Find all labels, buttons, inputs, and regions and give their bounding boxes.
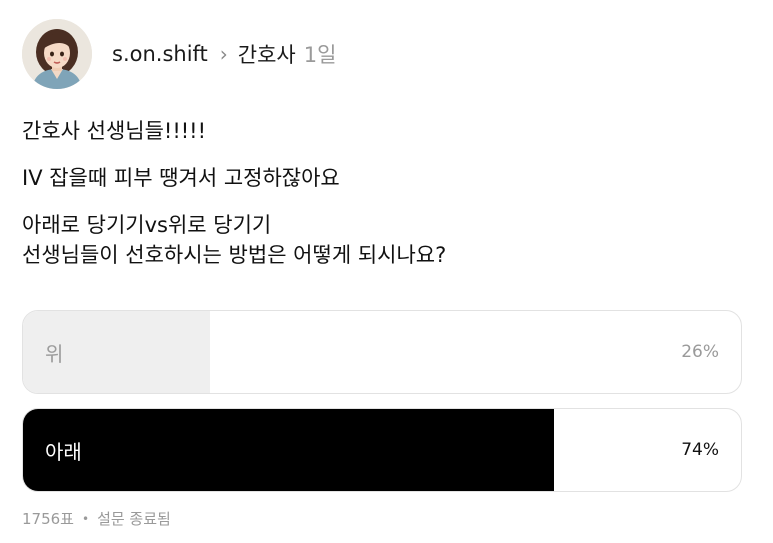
post-body: 간호사 선생님들!!!!! IV 잡을때 피부 땡겨서 고정하잖아요 아래로 당… bbox=[22, 116, 742, 270]
poll-status: 설문 종료됨 bbox=[97, 510, 171, 528]
post-paragraph: 간호사 선생님들!!!!! bbox=[22, 116, 742, 146]
poll-option-percent: 74% bbox=[681, 440, 719, 460]
separator-dot-icon: • bbox=[81, 511, 90, 526]
post-line: 선생님들이 선호하시는 방법은 어떻게 되시나요? bbox=[22, 243, 447, 267]
post-paragraph: 아래로 당기기vs위로 당기기 선생님들이 선호하시는 방법은 어떻게 되시나요… bbox=[22, 210, 742, 270]
avatar[interactable] bbox=[22, 19, 92, 89]
poll-option-up[interactable]: 위 26% bbox=[22, 310, 742, 394]
post-line: 간호사 선생님들!!!!! bbox=[22, 119, 207, 143]
vote-count: 1756표 bbox=[22, 510, 74, 528]
post-paragraph: IV 잡을때 피부 땡겨서 고정하잖아요 bbox=[22, 163, 742, 193]
poll-option-percent: 26% bbox=[681, 342, 719, 362]
poll-result-bar bbox=[23, 409, 555, 491]
post-line: IV 잡을때 피부 땡겨서 고정하잖아요 bbox=[22, 166, 340, 190]
poll-footer: 1756표 • 설문 종료됨 bbox=[22, 508, 171, 529]
poll-option-label: 위 bbox=[45, 341, 64, 366]
post-time: 1일 bbox=[303, 43, 337, 67]
username-link[interactable]: s.on.shift bbox=[112, 42, 208, 66]
post-line: 아래로 당기기vs위로 당기기 bbox=[22, 213, 272, 237]
avatar-illustration bbox=[22, 19, 92, 89]
poll-option-down[interactable]: 아래 74% bbox=[22, 408, 742, 492]
poll-option-label: 아래 bbox=[45, 439, 82, 464]
chevron-right-icon: › bbox=[219, 42, 228, 66]
topic-link[interactable]: 간호사 bbox=[238, 39, 296, 69]
post-header: s.on.shift › 간호사 1일 bbox=[22, 18, 336, 90]
post-meta: s.on.shift › 간호사 1일 bbox=[112, 39, 336, 69]
